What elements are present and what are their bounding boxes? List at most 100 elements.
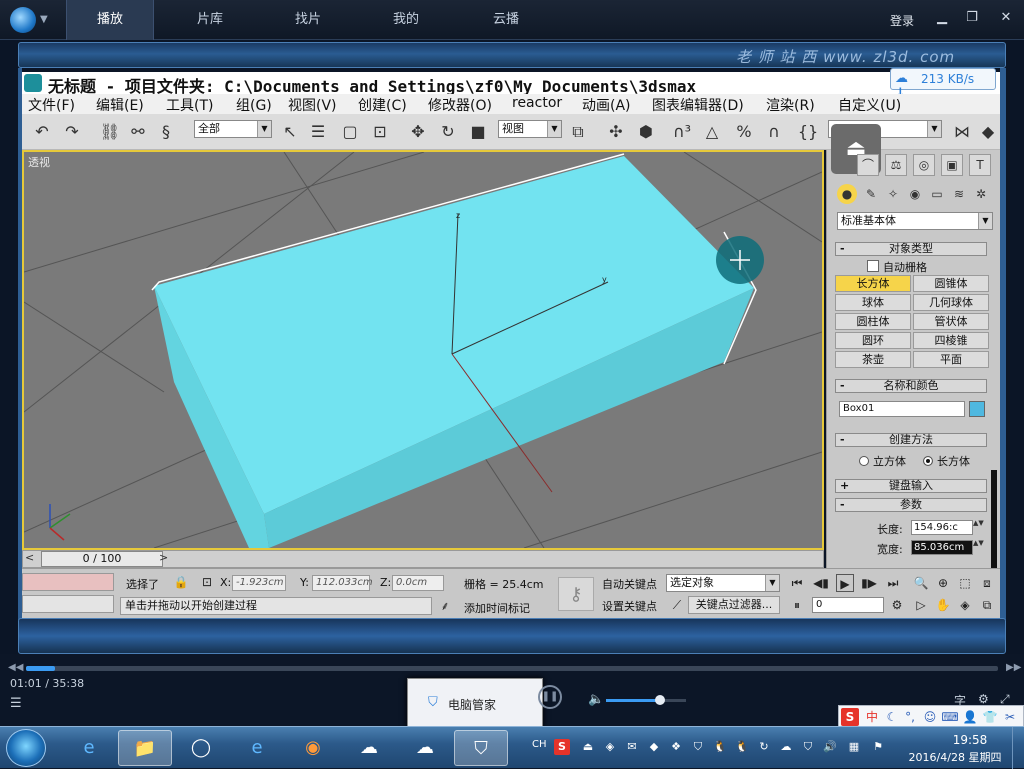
snap-3d-icon[interactable]: ∩³ [670,120,694,144]
playlist-icon[interactable]: ☰ [10,696,22,711]
create-pyramid-button[interactable]: 四棱锥 [913,332,989,349]
menu-reactor[interactable]: reactor [512,95,562,111]
utilities-tab-icon[interactable]: T [969,154,991,176]
lights-icon[interactable]: ✧ [883,184,903,204]
hierarchy-tab-icon[interactable]: ⚖ [885,154,907,176]
x-coord-input[interactable]: -1.923cm [232,575,286,591]
zoom-extents-all-icon[interactable]: ⧈ [978,574,996,592]
menu-modifiers[interactable]: 修改器(O) [428,95,492,115]
smiley-icon[interactable]: ☺ [921,708,939,726]
auto-grid-checkbox[interactable] [867,260,879,272]
play-icon[interactable]: ▶ [836,574,854,592]
set-key-button[interactable]: 设置关键点 [602,598,657,614]
maxscript-output[interactable] [22,595,114,613]
pivot-center-icon[interactable]: ⧉ [566,120,590,144]
bind-spacewarp-icon[interactable]: § [154,120,178,144]
move-icon[interactable]: ✥ [406,120,430,144]
select-manipulate-icon[interactable]: ✣ [604,120,628,144]
menu-edit[interactable]: 编辑(E) [96,95,144,115]
progress-bar[interactable] [26,666,998,671]
command-panel-scrollbar[interactable] [991,470,997,570]
player-logo-icon[interactable] [10,7,36,33]
start-button-icon[interactable] [6,729,46,767]
create-sphere-button[interactable]: 球体 [835,294,911,311]
tab-mine[interactable]: 我的 [362,0,450,40]
z-coord-input[interactable]: 0.0cm [392,575,444,591]
key-filters-button[interactable]: 关键点过滤器... [688,596,780,614]
absolute-mode-icon[interactable]: ⊡ [198,573,216,591]
settings-icon[interactable]: ⚙ [978,692,989,706]
select-object-icon[interactable]: ↖ [278,120,302,144]
object-color-swatch[interactable] [969,401,985,417]
lock-icon[interactable]: 🔒 [172,573,190,591]
go-to-start-icon[interactable]: ⏮ [788,574,806,592]
punctuation-icon[interactable]: °, [901,708,919,726]
tools-icon[interactable]: ✂ [1001,708,1019,726]
radio-box[interactable] [923,456,933,466]
modify-tab-icon[interactable]: ⌒ [857,154,879,176]
ie-icon[interactable]: e [230,730,284,766]
shirt-icon[interactable]: 👕 [981,708,999,726]
security-app-icon[interactable]: ⛉ [454,730,508,766]
qq-tray-icon[interactable]: 🐧 [712,739,728,755]
search-app-icon[interactable]: ◯ [174,730,228,766]
menu-tools[interactable]: 工具(T) [166,95,213,115]
zoom-all-icon[interactable]: ⊕ [934,574,952,592]
flag-tray-icon[interactable]: ⚑ [870,739,886,755]
shapes-icon[interactable]: ✎ [861,184,881,204]
speaker-tray-icon[interactable]: 🔊 [822,739,838,755]
tab-find[interactable]: 找片 [264,0,352,40]
volume-slider[interactable] [606,695,686,705]
rect-selection-icon[interactable]: ▢ [338,120,362,144]
align-icon[interactable]: ◆ [976,120,1000,144]
maximize-viewport-icon[interactable]: ⧉ [978,596,996,614]
tab-play[interactable]: 播放 [66,0,154,40]
network-tray-icon[interactable]: ◈ [602,739,618,755]
time-slider[interactable]: < 0 / 100 > [22,550,824,568]
ie-icon[interactable]: e [62,730,116,766]
app-orange-icon[interactable]: ◉ [286,730,340,766]
prev-key-icon[interactable]: ◀▮ [812,574,830,592]
spacewarps-icon[interactable]: ≋ [949,184,969,204]
time-config-icon[interactable]: ⚙ [888,596,906,614]
menu-view[interactable]: 视图(V) [288,95,337,115]
category-dropdown[interactable]: 标准基本体 ▼ [837,212,993,230]
create-plane-button[interactable]: 平面 [913,351,989,368]
time-tag-icon[interactable]: ⸙ [436,597,454,615]
login-link[interactable]: 登录 [890,12,914,29]
ime-language[interactable]: CH [532,739,547,750]
rollout-keyboard-entry[interactable]: + 键盘输入 [835,479,987,493]
angle-snap-icon[interactable]: △ [700,120,724,144]
cloud-app-icon[interactable]: ☁ [342,730,396,766]
width-input[interactable]: 85.036cm [911,540,973,555]
current-frame-input[interactable]: 0 [812,597,884,613]
clock-date[interactable]: 2016/4/28 星期四 [900,749,1010,765]
create-tube-button[interactable]: 管状体 [913,313,989,330]
create-cone-button[interactable]: 圆锥体 [913,275,989,292]
chat-tray-icon[interactable]: ✉ [624,739,640,755]
key-mode-toggle-icon[interactable]: ⏸ [788,596,806,614]
rewind-icon[interactable]: ◀◀ [8,662,23,673]
window-crossing-icon[interactable]: ⊡ [368,120,392,144]
maxscript-listener[interactable] [22,573,114,591]
rollout-object-type[interactable]: - 对象类型 [835,242,987,256]
geometry-icon[interactable]: ● [837,184,857,204]
orbit-icon[interactable]: ◈ [956,596,974,614]
restore-icon[interactable]: ❐ [962,10,982,25]
create-teapot-button[interactable]: 茶壶 [835,351,911,368]
clock-time[interactable]: 19:58 [940,733,1000,747]
create-torus-button[interactable]: 圆环 [835,332,911,349]
minimize-icon[interactable]: ▁ [932,10,952,25]
link-icon[interactable]: ⛓ [98,120,122,144]
menu-group[interactable]: 组(G) [236,95,272,115]
rotate-icon[interactable]: ↻ [436,120,460,144]
keyboard-icon[interactable]: ⌨ [941,708,959,726]
radio-cube[interactable] [859,456,869,466]
redo-icon[interactable]: ↷ [60,120,84,144]
prev-frame-icon[interactable]: < [25,551,34,564]
reference-coord-dropdown[interactable]: 视图 ▼ [498,120,562,138]
scale-icon[interactable]: ■ [466,120,490,144]
menu-animation[interactable]: 动画(A) [582,95,631,115]
sogou-tray-icon[interactable]: S [554,739,570,755]
usb-tray-icon[interactable]: ⏏ [580,739,596,755]
